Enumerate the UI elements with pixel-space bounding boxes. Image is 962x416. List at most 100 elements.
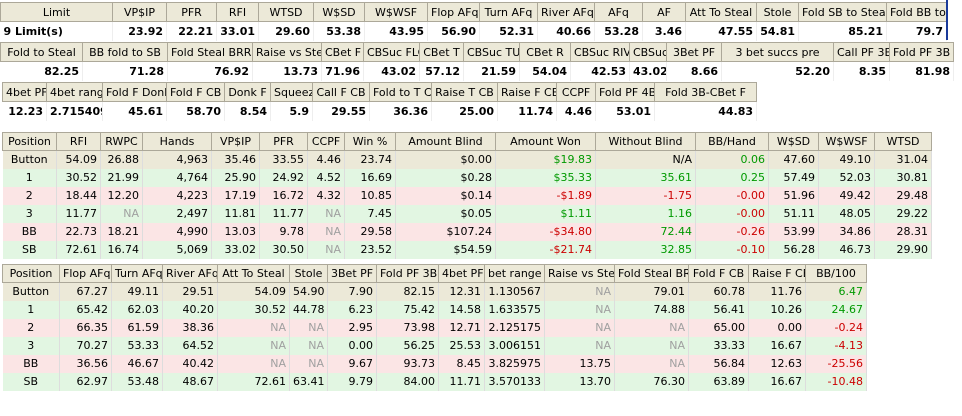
table-row[interactable]: 3 70.27 53.33 64.52 NA NA 0.00 56.25 25.53 3.0061… bbox=[2, 336, 867, 355]
column-header-fold-f-donk[interactable]: Fold F Donk bbox=[102, 82, 167, 102]
column-header-raise-f-cb[interactable]: Raise F CB bbox=[497, 82, 557, 102]
column-header-vp-ip[interactable]: VP$IP bbox=[211, 132, 260, 151]
table-row[interactable]: 1 65.42 62.03 40.20 30.52 44.78 6.23 75.42 14.58… bbox=[2, 300, 867, 319]
table-row[interactable]: 1 30.52 21.99 4,764 25.90 24.92 4.52 16.69 $0.28… bbox=[2, 168, 932, 187]
column-header-position[interactable]: Position bbox=[2, 264, 60, 283]
cell-turn-afq: 53.33 bbox=[111, 336, 163, 355]
column-header-pfr[interactable]: PFR bbox=[166, 2, 217, 22]
cell-without-blind: 72.44 bbox=[595, 222, 696, 241]
column-header-cbsuc-turn[interactable]: CBSuc TURN bbox=[463, 42, 520, 62]
column-header-raise-f-cb[interactable]: Raise F CB bbox=[748, 264, 806, 283]
column-header-limit[interactable]: Limit bbox=[0, 2, 113, 22]
cell-river-afq: 38.36 bbox=[162, 318, 218, 337]
column-header-pfr[interactable]: PFR bbox=[259, 132, 308, 151]
column-header-stole[interactable]: Stole bbox=[289, 264, 328, 283]
column-header-fold-f-cb[interactable]: Fold F CB bbox=[166, 82, 225, 102]
column-header-donk-f[interactable]: Donk F bbox=[224, 82, 271, 102]
column-header-rfi[interactable]: RFI bbox=[56, 132, 101, 151]
column-header-position[interactable]: Position bbox=[2, 132, 57, 151]
column-header-fold-steal-brr[interactable]: Fold Steal BRR bbox=[167, 42, 253, 62]
column-header-bb-100[interactable]: BB/100 bbox=[805, 264, 867, 283]
column-header-w-sd[interactable]: W$SD bbox=[313, 2, 365, 22]
table-row[interactable]: 3 11.77 NA 2,497 11.81 11.77 NA 7.45 $0.05 $1.11 1… bbox=[2, 204, 932, 223]
column-header-att-to-steal[interactable]: Att To Steal bbox=[217, 264, 290, 283]
column-header-3bet-pf[interactable]: 3Bet PF bbox=[327, 264, 377, 283]
column-header-river-afq[interactable]: River AFq bbox=[162, 264, 218, 283]
column-header-win[interactable]: Win % bbox=[344, 132, 396, 151]
table-row[interactable]: SB 72.61 16.74 5,069 33.02 30.50 NA 23.52 $54.59… bbox=[2, 240, 932, 259]
column-header-amount-won[interactable]: Amount Won bbox=[495, 132, 596, 151]
column-header-cbet-r[interactable]: CBet R bbox=[519, 42, 571, 62]
cell-pfr: 24.92 bbox=[259, 168, 308, 187]
column-header-turn-afq[interactable]: Turn AFq bbox=[479, 2, 538, 22]
column-header-cbet-t[interactable]: CBet T bbox=[419, 42, 464, 62]
column-header-w-sd[interactable]: W$SD bbox=[768, 132, 819, 151]
column-header-fold-pf-3b[interactable]: Fold PF 3B bbox=[889, 42, 954, 62]
column-header-fold-pf-3b[interactable]: Fold PF 3B bbox=[376, 264, 439, 283]
column-header-wtsd[interactable]: WTSD bbox=[874, 132, 932, 151]
column-header-fold-3b-cbet-f[interactable]: Fold 3B-CBet F bbox=[654, 82, 757, 102]
column-header-hands[interactable]: Hands bbox=[142, 132, 212, 151]
column-header-cbsuc[interactable]: CBSuc bbox=[629, 42, 667, 62]
column-header-w-wsf[interactable]: W$WSF bbox=[364, 2, 428, 22]
table-row[interactable]: SB 62.97 53.48 48.67 72.61 63.41 9.79 84.00 11.7… bbox=[2, 372, 867, 391]
cell-pfr: 16.72 bbox=[259, 186, 308, 205]
table-row[interactable]: Button 67.27 49.11 29.51 54.09 54.90 7.90 82.15… bbox=[2, 282, 867, 301]
column-header-ccpf[interactable]: CCPF bbox=[307, 132, 345, 151]
cell-pfr: 11.77 bbox=[259, 204, 308, 223]
column-header-fold-f-cb[interactable]: Fold F CB bbox=[688, 264, 749, 283]
column-header-wtsd[interactable]: WTSD bbox=[258, 2, 314, 22]
column-header-fold-steal-brr[interactable]: Fold Steal BRR bbox=[614, 264, 689, 283]
stat-value-fold-pf-3b: 81.98 bbox=[889, 61, 954, 81]
column-header-fold-bb-to-stea[interactable]: Fold BB to Stea bbox=[886, 2, 947, 22]
column-header-4bet-range[interactable]: 4bet range bbox=[46, 82, 103, 102]
column-header-raise-t-cb[interactable]: Raise T CB bbox=[431, 82, 498, 102]
column-header-call-pf-3b[interactable]: Call PF 3B bbox=[833, 42, 890, 62]
column-header-flop-afq[interactable]: Flop AFq bbox=[427, 2, 480, 22]
column-header-fold-to-t-cb[interactable]: Fold to T CB bbox=[369, 82, 432, 102]
cell-rfi: 22.73 bbox=[56, 222, 101, 241]
column-header-amount-blind[interactable]: Amount Blind bbox=[395, 132, 496, 151]
column-header-cbsuc-flop[interactable]: CBSuc FLOP bbox=[363, 42, 420, 62]
column-header-rfi[interactable]: RFI bbox=[216, 2, 259, 22]
table-row[interactable]: Button 54.09 26.88 4,963 35.46 33.55 4.46 23.74… bbox=[2, 150, 932, 169]
stat-value-fold-sb-to-steal: 85.21 bbox=[798, 21, 887, 41]
column-header-w-wsf[interactable]: W$WSF bbox=[818, 132, 875, 151]
column-header-bb-fold-to-sb[interactable]: BB fold to SB bbox=[82, 42, 168, 62]
column-header-stole[interactable]: Stole bbox=[756, 2, 799, 22]
column-header-fold-to-steal[interactable]: Fold to Steal bbox=[0, 42, 83, 62]
cell-flop-afq: 67.27 bbox=[59, 282, 112, 301]
column-header-squeeze[interactable]: Squeeze bbox=[270, 82, 313, 102]
table-row[interactable]: 2 18.44 12.20 4,223 17.19 16.72 4.32 10.85 $0.14… bbox=[2, 186, 932, 205]
column-header-bb-hand[interactable]: BB/Hand bbox=[695, 132, 769, 151]
cell-without-blind: 1.16 bbox=[595, 204, 696, 223]
stat-value-raise-t-cb: 25.00 bbox=[431, 101, 498, 121]
column-header-raise-vs-steal[interactable]: Raise vs Steal bbox=[252, 42, 322, 62]
column-header-4bet-pf[interactable]: 4bet PF bbox=[2, 82, 47, 102]
column-header-rwpc[interactable]: RWPC bbox=[100, 132, 143, 151]
column-header-3bet-pf[interactable]: 3Bet PF bbox=[666, 42, 722, 62]
column-header-cbsuc-river[interactable]: CBSuc RIVER bbox=[570, 42, 630, 62]
column-header-af[interactable]: AF bbox=[642, 2, 686, 22]
column-header-afq[interactable]: AFq bbox=[594, 2, 643, 22]
column-header-call-f-cb[interactable]: Call F CB bbox=[312, 82, 370, 102]
column-header-vp-ip[interactable]: VP$IP bbox=[112, 2, 167, 22]
cell-rwpc: 16.74 bbox=[100, 240, 143, 259]
column-header-river-afq[interactable]: River AFq bbox=[537, 2, 595, 22]
column-header-ccpf[interactable]: CCPF bbox=[556, 82, 596, 102]
table-row[interactable]: BB 36.56 46.67 40.42 NA NA 9.67 93.73 8.45 3.8259… bbox=[2, 354, 867, 373]
column-header-fold-pf-4b[interactable]: Fold PF 4B bbox=[595, 82, 655, 102]
table-row[interactable]: 2 66.35 61.59 38.36 NA NA 2.95 73.98 12.71 2.1251… bbox=[2, 318, 867, 337]
column-header-3-bet-succs-pre[interactable]: 3 bet succs pre bbox=[721, 42, 834, 62]
column-header-bet-range[interactable]: bet range bbox=[484, 264, 545, 283]
column-header-4bet-pf[interactable]: 4bet PF bbox=[438, 264, 485, 283]
column-header-without-blind[interactable]: Without Blind bbox=[595, 132, 696, 151]
column-header-att-to-steal[interactable]: Att To Steal bbox=[685, 2, 757, 22]
column-header-cbet-f[interactable]: CBet F bbox=[321, 42, 364, 62]
column-header-flop-afq[interactable]: Flop AFq bbox=[59, 264, 112, 283]
column-header-fold-sb-to-steal[interactable]: Fold SB to Steal bbox=[798, 2, 887, 22]
column-header-raise-vs-steal[interactable]: Raise vs Steal bbox=[544, 264, 615, 283]
table-row[interactable]: BB 22.73 18.21 4,990 13.03 9.78 NA 29.58 $107.24… bbox=[2, 222, 932, 241]
cell-pfr: 33.55 bbox=[259, 150, 308, 169]
column-header-turn-afq[interactable]: Turn AFq bbox=[111, 264, 163, 283]
